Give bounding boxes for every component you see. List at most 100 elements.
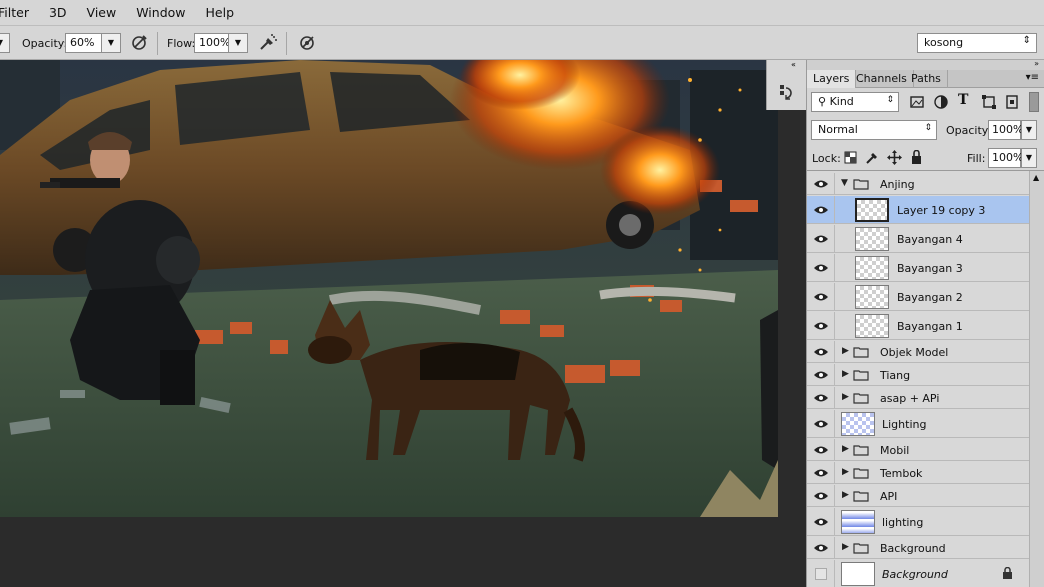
folder-icon: [853, 543, 869, 554]
layer-row[interactable]: lighting: [807, 508, 1029, 536]
layer-name: API: [880, 490, 898, 503]
filter-shape-icon[interactable]: [981, 94, 997, 110]
folder-icon: [853, 468, 869, 479]
eye-icon[interactable]: [813, 292, 829, 302]
eye-icon[interactable]: [813, 179, 829, 189]
panel-menu-icon[interactable]: ▾≡: [1026, 72, 1039, 83]
layers-list: ▼ Anjing Layer 19 copy 3 Bayangan 4 Baya…: [807, 170, 1044, 587]
filter-adjustment-icon[interactable]: [933, 94, 949, 110]
layer-thumbnail: [855, 256, 889, 280]
layer-row[interactable]: ▶ Mobil: [807, 439, 1029, 461]
layer-row[interactable]: Bayangan 2: [807, 283, 1029, 311]
layer-name: Bayangan 3: [897, 262, 963, 275]
pressure-size-icon[interactable]: [296, 32, 318, 54]
layer-row[interactable]: Layer 19 copy 3: [807, 196, 1029, 224]
chevron-updown-icon: ⇕: [886, 95, 894, 105]
expand-triangle-icon[interactable]: ▶: [842, 467, 849, 477]
expand-triangle-icon[interactable]: ▶: [842, 490, 849, 500]
fill-input[interactable]: 100%: [988, 148, 1023, 168]
lock-paint-icon[interactable]: [865, 150, 880, 165]
lock-transparent-icon[interactable]: [844, 151, 857, 164]
filter-smart-object-icon[interactable]: [1004, 94, 1020, 110]
eye-icon[interactable]: [813, 543, 829, 553]
canvas-artwork: [0, 60, 778, 517]
workspace-preset-value: kosong: [924, 36, 964, 49]
tool-preset-dropdown[interactable]: ▼: [0, 33, 10, 53]
eye-icon[interactable]: [813, 491, 829, 501]
eye-icon[interactable]: [813, 347, 829, 357]
folder-icon: [853, 370, 869, 381]
panel-tabs: Layers Channels Paths ▾≡: [807, 70, 1044, 88]
layer-row[interactable]: ▶ Tembok: [807, 462, 1029, 484]
history-icon[interactable]: [777, 82, 797, 102]
filter-pixel-icon[interactable]: [909, 94, 925, 110]
layer-row[interactable]: ▶ Tiang: [807, 364, 1029, 386]
folder-icon: [853, 445, 869, 456]
menu-window[interactable]: Window: [126, 0, 195, 25]
panel-collapse-icon[interactable]: »: [1034, 59, 1039, 68]
filter-toggle[interactable]: [1029, 92, 1039, 112]
layer-row[interactable]: ▶ Background: [807, 537, 1029, 559]
flow-input[interactable]: 100%: [194, 33, 230, 53]
opacity-input[interactable]: 60%: [65, 33, 102, 53]
eye-icon[interactable]: [813, 370, 829, 380]
tab-paths[interactable]: Paths: [905, 70, 948, 88]
lock-icon: [1003, 567, 1012, 579]
menu-help[interactable]: Help: [196, 0, 245, 25]
filter-kind-value: Kind: [829, 95, 854, 108]
menu-view[interactable]: View: [77, 0, 127, 25]
tab-layers[interactable]: Layers: [807, 70, 857, 88]
layer-name: Mobil: [880, 444, 910, 457]
expand-triangle-icon[interactable]: ▶: [842, 444, 849, 454]
opacity-label: Opacity:: [22, 37, 68, 50]
layers-scrollbar[interactable]: ▲: [1029, 171, 1044, 587]
collapse-arrows-icon[interactable]: «: [791, 60, 796, 69]
eye-icon[interactable]: [813, 445, 829, 455]
lock-move-icon[interactable]: [887, 150, 902, 165]
eye-icon[interactable]: [813, 321, 829, 331]
layer-row[interactable]: ▼ Anjing: [807, 173, 1029, 195]
opacity-dropdown[interactable]: ▼: [101, 33, 121, 53]
menu-filter[interactable]: Filter: [0, 0, 39, 25]
layer-row[interactable]: ▶ asap + APi: [807, 387, 1029, 409]
fill-dropdown[interactable]: ▼: [1021, 148, 1037, 168]
filter-type-icon[interactable]: T: [958, 92, 968, 108]
layer-row[interactable]: ▶ Objek Model: [807, 341, 1029, 363]
eye-icon[interactable]: [813, 468, 829, 478]
layer-name: Tembok: [880, 467, 923, 480]
layer-name: Bayangan 1: [897, 320, 963, 333]
visibility-toggle-off[interactable]: [815, 568, 827, 580]
scroll-up-icon[interactable]: ▲: [1033, 173, 1039, 182]
eye-icon[interactable]: [813, 263, 829, 273]
layer-opacity-dropdown[interactable]: ▼: [1021, 120, 1037, 140]
blend-mode-select[interactable]: Normal ⇕: [811, 120, 937, 140]
eye-icon[interactable]: [813, 393, 829, 403]
layer-name: Background: [882, 568, 948, 581]
eye-icon[interactable]: [813, 517, 829, 527]
collapsed-panel-dock: «: [766, 60, 806, 110]
lock-all-icon[interactable]: [910, 150, 923, 165]
layer-row[interactable]: Background: [807, 560, 1029, 587]
menu-3d[interactable]: 3D: [39, 0, 77, 25]
layer-row[interactable]: Lighting: [807, 410, 1029, 438]
expand-triangle-icon[interactable]: ▶: [842, 542, 849, 552]
workspace-preset-select[interactable]: kosong ⇕: [917, 33, 1037, 53]
expand-triangle-icon[interactable]: ▶: [842, 369, 849, 379]
eye-icon[interactable]: [813, 234, 829, 244]
document-canvas[interactable]: [0, 60, 778, 517]
layer-opacity-input[interactable]: 100%: [988, 120, 1023, 140]
layer-row[interactable]: Bayangan 4: [807, 225, 1029, 253]
layer-row[interactable]: Bayangan 1: [807, 312, 1029, 340]
expand-triangle-icon[interactable]: ▼: [841, 178, 848, 188]
chevron-updown-icon: ⇕: [1022, 35, 1031, 46]
eye-icon[interactable]: [813, 205, 829, 215]
flow-dropdown[interactable]: ▼: [228, 33, 248, 53]
filter-kind-select[interactable]: ⚲ Kind ⇕: [811, 92, 899, 112]
layer-row[interactable]: Bayangan 3: [807, 254, 1029, 282]
eye-icon[interactable]: [813, 419, 829, 429]
expand-triangle-icon[interactable]: ▶: [842, 346, 849, 356]
airbrush-icon[interactable]: [257, 32, 279, 54]
layer-row[interactable]: ▶ API: [807, 485, 1029, 507]
pressure-opacity-icon[interactable]: [128, 32, 150, 54]
expand-triangle-icon[interactable]: ▶: [842, 392, 849, 402]
